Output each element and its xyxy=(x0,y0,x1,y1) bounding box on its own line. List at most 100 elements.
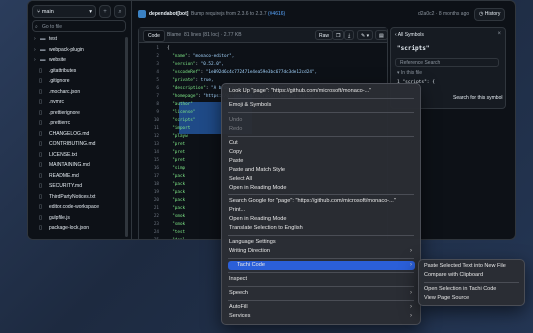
chevron-right-icon[interactable]: › xyxy=(34,34,36,45)
json-key: "name" xyxy=(172,54,188,59)
menu-item-cut[interactable]: Cut xyxy=(228,139,415,148)
tree-file[interactable]: ▯ CONTRIBUTING.md xyxy=(28,139,128,150)
in-this-file-toggle[interactable]: ▾ In this file xyxy=(397,70,422,76)
menu-item-tachi-code[interactable]: Tachi Code › xyxy=(228,261,415,270)
json-key: "depl xyxy=(172,238,185,239)
menu-item-paste-match-style[interactable]: Paste and Match Style xyxy=(228,166,415,175)
chevron-right-icon[interactable]: › xyxy=(34,55,36,66)
line-number[interactable]: 15 xyxy=(139,158,159,163)
menu-item-copy[interactable]: Copy xyxy=(228,148,415,157)
line-number[interactable]: 21 xyxy=(139,206,159,211)
tree-folder[interactable]: › ▬ website xyxy=(28,55,128,66)
tree-folder[interactable]: › ▬ webpack-plugin xyxy=(28,45,128,56)
line-number[interactable]: 5 xyxy=(139,78,159,83)
go-to-file-input[interactable]: ⌕ Go to file xyxy=(32,20,126,32)
search-for-symbol-link[interactable]: Search for this symbol xyxy=(453,95,502,101)
folder-icon: ▬ xyxy=(40,46,46,53)
tree-file[interactable]: ▯ CHANGELOG.md xyxy=(28,129,128,140)
tree-folder[interactable]: › ▬ test xyxy=(28,34,128,45)
menu-item-paste[interactable]: Paste xyxy=(228,157,415,166)
line-number[interactable]: 4 xyxy=(139,70,159,75)
line-number[interactable]: 8 xyxy=(139,102,159,107)
pencil-icon: ✎ ▾ xyxy=(361,33,370,39)
line-number[interactable]: 1 xyxy=(139,46,159,51)
tree-file[interactable]: ▯ .gitattributes xyxy=(28,66,128,77)
line-number[interactable]: 22 xyxy=(139,214,159,219)
symbols-panel-button[interactable]: ▤ xyxy=(375,30,388,40)
download-button[interactable]: ⤓ xyxy=(344,30,355,40)
tree-file[interactable]: ▯ .prettierignore xyxy=(28,108,128,119)
line-number[interactable]: 2 xyxy=(139,54,159,59)
menu-item-services[interactable]: Services › xyxy=(228,312,415,321)
menu-item-emoji[interactable]: Emoji & Symbols xyxy=(228,101,415,110)
menu-item-inspect[interactable]: Inspect xyxy=(228,275,415,284)
tree-file[interactable]: ▯ editor.code-workspace xyxy=(28,202,128,213)
tree-file[interactable]: ▯ ThirdPartyNotices.txt xyxy=(28,192,128,203)
submenu-open-selection[interactable]: Open Selection in Tachi Code xyxy=(424,285,496,294)
menu-item-autofill[interactable]: AutoFill › xyxy=(228,303,415,312)
line-number[interactable]: 13 xyxy=(139,142,159,147)
menu-item-writing-direction[interactable]: Writing Direction › xyxy=(228,247,415,256)
commit-message[interactable]: Bump requirejs from 2.3.6 to 2.3.7 (#461… xyxy=(191,7,285,21)
submenu-compare-clipboard[interactable]: Compare with Clipboard xyxy=(424,271,483,280)
tree-file[interactable]: ▯ .nvmrc xyxy=(28,97,128,108)
line-number[interactable]: 16 xyxy=(139,166,159,171)
tree-file[interactable]: ▯ .gitignore xyxy=(28,76,128,87)
submenu-paste-new-file[interactable]: Paste Selected Text into New File xyxy=(424,262,506,271)
copy-raw-button[interactable]: ❐ xyxy=(332,30,345,40)
line-number[interactable]: 18 xyxy=(139,182,159,187)
line-number[interactable]: 3 xyxy=(139,62,159,67)
menu-item-select-all[interactable]: Select All xyxy=(228,175,415,184)
chevron-right-icon[interactable]: › xyxy=(34,45,36,56)
edit-button[interactable]: ✎ ▾ xyxy=(357,30,374,40)
menu-item-reading-mode[interactable]: Open in Reading Mode xyxy=(228,184,415,193)
menu-item-speech[interactable]: Speech › xyxy=(228,289,415,298)
file-info: 81 lines (81 loc) · 2.77 KB xyxy=(184,32,242,38)
line-number[interactable]: 20 xyxy=(139,198,159,203)
json-key: "description" xyxy=(172,86,206,91)
line-number[interactable]: 11 xyxy=(139,126,159,131)
submenu-view-source[interactable]: View Page Source xyxy=(424,294,469,303)
line-number[interactable]: 17 xyxy=(139,174,159,179)
add-file-button[interactable]: + xyxy=(99,5,111,18)
history-button[interactable]: ◷ History xyxy=(474,8,506,21)
tree-file[interactable]: ▯ README.md xyxy=(28,171,128,182)
tree-file[interactable]: ▯ package-lock.json xyxy=(28,223,128,234)
tab-code[interactable]: Code xyxy=(143,30,165,42)
commit-author[interactable]: dependabot[bot] xyxy=(149,7,188,21)
tree-file[interactable]: ▯ SECURITY.md xyxy=(28,181,128,192)
sidebar-scrollbar[interactable] xyxy=(125,37,128,237)
tree-file[interactable]: ▯ LICENSE.txt xyxy=(28,150,128,161)
menu-item-look-up[interactable]: Look Up "page": "https://github.com/micr… xyxy=(228,87,415,96)
tree-file[interactable]: ▯ .prettierrc xyxy=(28,118,128,129)
code-line: "smok xyxy=(167,214,185,219)
line-number[interactable]: 6 xyxy=(139,86,159,91)
line-number[interactable]: 7 xyxy=(139,94,159,99)
line-number[interactable]: 10 xyxy=(139,118,159,123)
raw-button[interactable]: Raw xyxy=(315,30,334,40)
file-viewer-header: Code Blame 81 lines (81 loc) · 2.77 KB R… xyxy=(139,28,388,43)
tree-file[interactable]: ▯ MAINTAINING.md xyxy=(28,160,128,171)
line-number[interactable]: 9 xyxy=(139,110,159,115)
close-icon[interactable]: × xyxy=(497,31,501,37)
file-icon: ▯ xyxy=(39,204,43,210)
menu-item-language-settings[interactable]: Language Settings xyxy=(228,238,415,247)
line-number[interactable]: 24 xyxy=(139,230,159,235)
autofill-label: AutoFill xyxy=(229,304,248,310)
menu-item-search-google[interactable]: Search Google for "page": "https://githu… xyxy=(228,197,415,206)
search-button[interactable]: ⌕ xyxy=(114,5,126,18)
commit-pr-link[interactable]: (#4616) xyxy=(268,11,285,17)
line-number[interactable]: 19 xyxy=(139,190,159,195)
tab-blame[interactable]: Blame xyxy=(163,30,185,40)
line-number[interactable]: 14 xyxy=(139,150,159,155)
line-number[interactable]: 23 xyxy=(139,222,159,227)
tree-file[interactable]: ▯ gulpfile.js xyxy=(28,213,128,224)
tree-file[interactable]: ▯ .mocharc.json xyxy=(28,87,128,98)
menu-item-translate[interactable]: Translate Selection to English xyxy=(228,224,415,233)
menu-item-print[interactable]: Print... xyxy=(228,206,415,215)
symbol-filter-input[interactable]: Reference Search xyxy=(395,58,499,67)
menu-item-reading-mode-2[interactable]: Open in Reading Mode xyxy=(228,215,415,224)
line-number[interactable]: 25 xyxy=(139,238,159,239)
branch-selector[interactable]: ⑂ main ▾ xyxy=(32,5,96,18)
line-number[interactable]: 12 xyxy=(139,134,159,139)
